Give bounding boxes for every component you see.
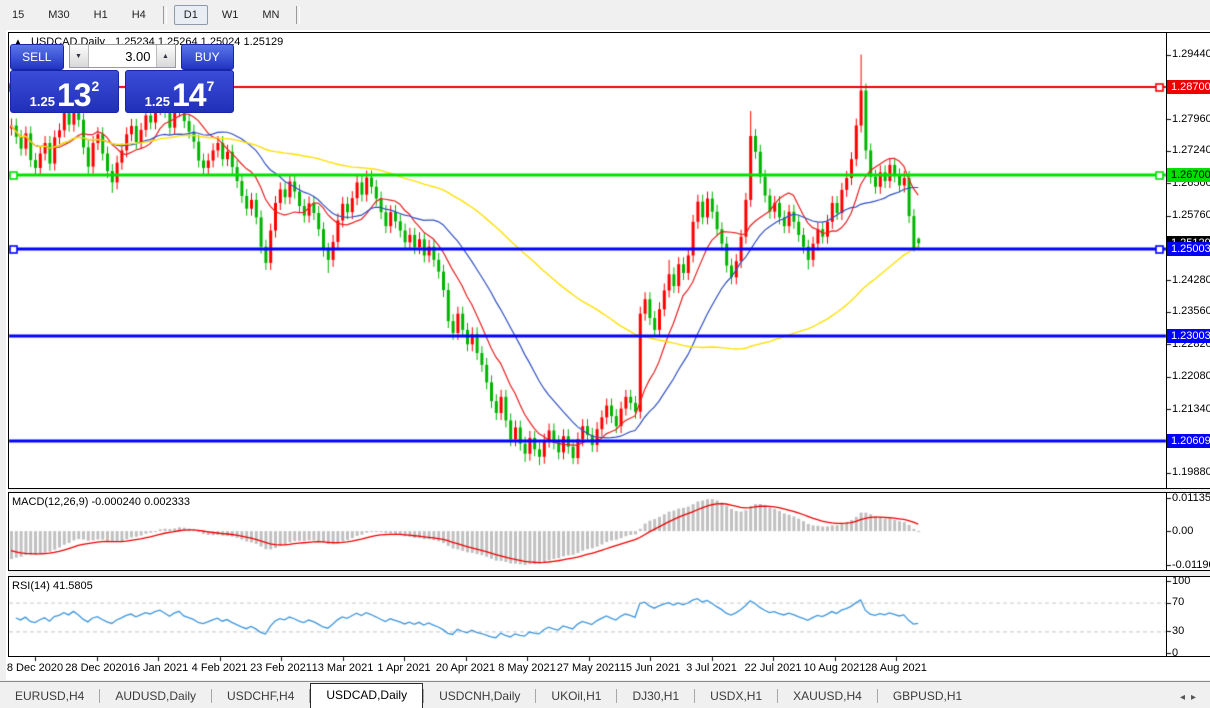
chart-tab-eurusd-h4[interactable]: EURUSD,H4 xyxy=(0,685,99,708)
tab-scroll-arrows[interactable]: ◂▸ xyxy=(1180,692,1210,703)
sell-price-box[interactable]: 1.25 13 2 xyxy=(10,70,119,113)
rsi-top-border xyxy=(8,576,1210,577)
rsi-label: RSI(14) 41.5805 xyxy=(12,580,93,592)
buy-price-sup: 7 xyxy=(206,78,215,94)
mt4-chart-screen: 15M30H1H4D1W1MN ▲ USDCAD,Daily 1.25234 1… xyxy=(0,0,1210,708)
chart-tab-usdcnh-daily[interactable]: USDCNH,Daily xyxy=(424,685,535,708)
sell-price-prefix: 1.25 xyxy=(29,94,55,109)
one-click-trading-panel: SELL ▼ 3.00 ▲ BUY 1.25 13 2 1.25 14 7 xyxy=(10,44,234,113)
chart-tab-xauusd-h4[interactable]: XAUUSD,H4 xyxy=(778,685,877,708)
chart-tab-usdx-h1[interactable]: USDX,H1 xyxy=(695,685,777,708)
tab-scroll-left-icon[interactable]: ◂ xyxy=(1180,692,1191,703)
buy-button[interactable]: BUY xyxy=(180,44,234,70)
rsi-bottom-border xyxy=(8,656,1210,657)
plot-left-border xyxy=(8,32,9,657)
macd-label: MACD(12,26,9) -0.000240 0.002333 xyxy=(12,496,190,508)
buy-price-box[interactable]: 1.25 14 7 xyxy=(125,70,234,113)
chart-tab-usdcad-daily[interactable]: USDCAD,Daily xyxy=(310,683,424,708)
chart-tab-bar: EURUSD,H4 AUDUSD,Daily USDCHF,H4 USDCAD,Dai… xyxy=(0,681,1210,708)
volume-decrease-button[interactable]: ▼ xyxy=(69,45,89,67)
volume-increase-button[interactable]: ▲ xyxy=(155,45,175,67)
sell-price-big: 13 xyxy=(56,77,92,113)
volume-stepper: ▼ 3.00 ▲ xyxy=(68,44,176,68)
sell-price-sup: 2 xyxy=(91,78,100,94)
buy-price-prefix: 1.25 xyxy=(144,94,170,109)
chart-tab-usdchf-h4[interactable]: USDCHF,H4 xyxy=(212,685,309,708)
tab-scroll-right-icon[interactable]: ▸ xyxy=(1191,692,1202,703)
sell-button[interactable]: SELL xyxy=(10,44,64,70)
buy-price-big: 14 xyxy=(171,77,207,113)
volume-field[interactable]: 3.00 xyxy=(88,45,156,67)
plot-top-border xyxy=(8,32,1210,33)
macd-top-border xyxy=(8,492,1210,493)
chart-tab-ukoil-h1[interactable]: UKOil,H1 xyxy=(536,685,616,708)
chart-tab-audusd-daily[interactable]: AUDUSD,Daily xyxy=(100,685,211,708)
axis-divider xyxy=(1166,32,1167,657)
chart-tab-dj30-h1[interactable]: DJ30,H1 xyxy=(617,685,694,708)
chart-tab-gbpusd-h1[interactable]: GBPUSD,H1 xyxy=(878,685,977,708)
